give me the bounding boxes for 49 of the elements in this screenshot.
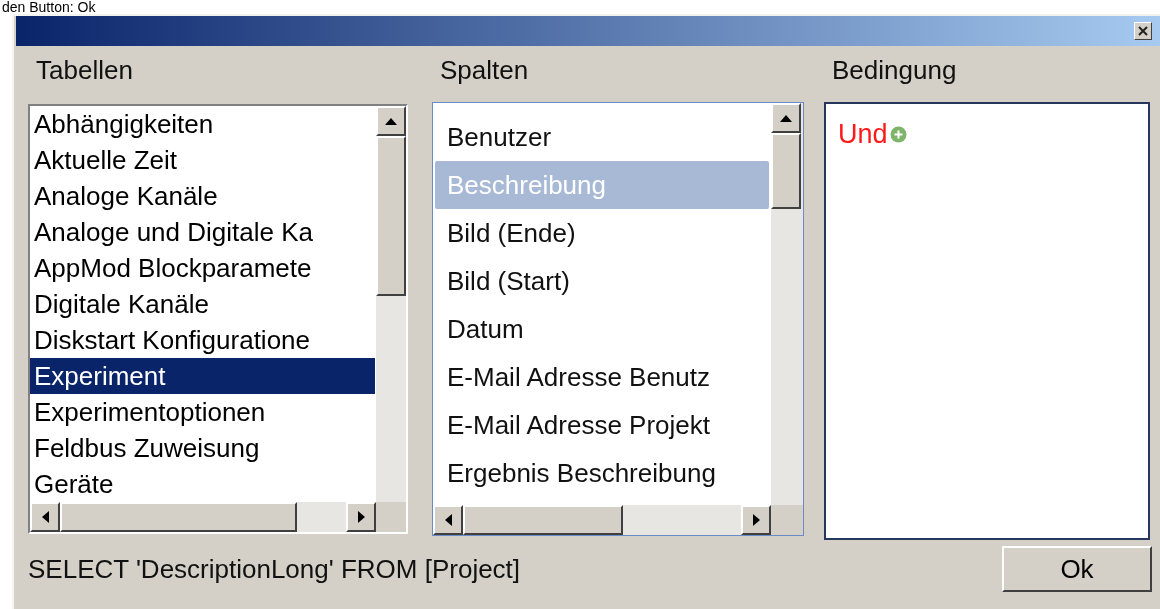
tables-label: Tabellen (35, 54, 134, 87)
columns-label: Spalten (439, 54, 530, 87)
intro-text: den Button: Ok (1, 0, 97, 14)
scroll-thumb[interactable] (376, 136, 406, 296)
scroll-right-button[interactable] (346, 502, 376, 532)
ok-button[interactable]: Ok (1002, 546, 1152, 592)
table-item[interactable]: Experimentoptionen (30, 394, 375, 430)
horizontal-scrollbar[interactable] (30, 502, 406, 532)
table-item[interactable]: Experiment (30, 358, 375, 394)
scroll-left-button[interactable] (30, 502, 60, 532)
close-button[interactable] (1134, 22, 1152, 40)
scroll-up-button[interactable] (771, 103, 801, 133)
table-item[interactable]: Analoge und Digitale Ka (30, 214, 375, 250)
scroll-right-button[interactable] (741, 505, 771, 535)
column-item[interactable]: E-Mail Adresse Projekt (435, 401, 769, 449)
table-item[interactable]: Geräte (30, 466, 375, 502)
table-item[interactable]: Diskstart Konfiguratione (30, 322, 375, 358)
left-arrow-icon (41, 511, 49, 523)
right-arrow-icon (357, 511, 365, 523)
table-item[interactable]: AppMod Blockparamete (30, 250, 375, 286)
horizontal-scrollbar[interactable] (433, 505, 803, 535)
vertical-scrollbar[interactable] (771, 103, 803, 505)
up-arrow-icon (780, 114, 792, 122)
sql-query-text: SELECT 'DescriptionLong' FROM [Project] (28, 553, 521, 585)
scroll-left-button[interactable] (433, 505, 463, 535)
vertical-scrollbar[interactable] (376, 106, 406, 502)
table-item[interactable]: Aktuelle Zeit (30, 142, 375, 178)
column-item[interactable]: Benutzer (435, 113, 769, 161)
column-item[interactable]: Bild (Ende) (435, 209, 769, 257)
scrollbar-corner (771, 505, 803, 535)
close-icon (1137, 25, 1149, 37)
up-arrow-icon (385, 117, 397, 125)
column-item[interactable]: Ergebnis Beschreibung (435, 449, 769, 497)
table-item[interactable]: Feldbus Zuweisung (30, 430, 375, 466)
column-item[interactable]: Bild (Start) (435, 257, 769, 305)
column-item[interactable]: E-Mail Adresse Benutz (435, 353, 769, 401)
operator-text[interactable]: Und (838, 116, 888, 152)
condition-label: Bedingung (831, 54, 958, 87)
scrollbar-corner (376, 502, 406, 532)
right-arrow-icon (752, 514, 760, 526)
scroll-up-button[interactable] (376, 106, 406, 136)
column-item[interactable]: Datum (435, 305, 769, 353)
table-item[interactable]: Abhängigkeiten (30, 106, 375, 142)
table-item[interactable]: Analoge Kanäle (30, 178, 375, 214)
scroll-thumb[interactable] (771, 133, 801, 209)
table-item[interactable]: Digitale Kanäle (30, 286, 375, 322)
scroll-thumb[interactable] (60, 502, 297, 532)
left-arrow-icon (444, 514, 452, 526)
scroll-thumb[interactable] (463, 505, 623, 535)
